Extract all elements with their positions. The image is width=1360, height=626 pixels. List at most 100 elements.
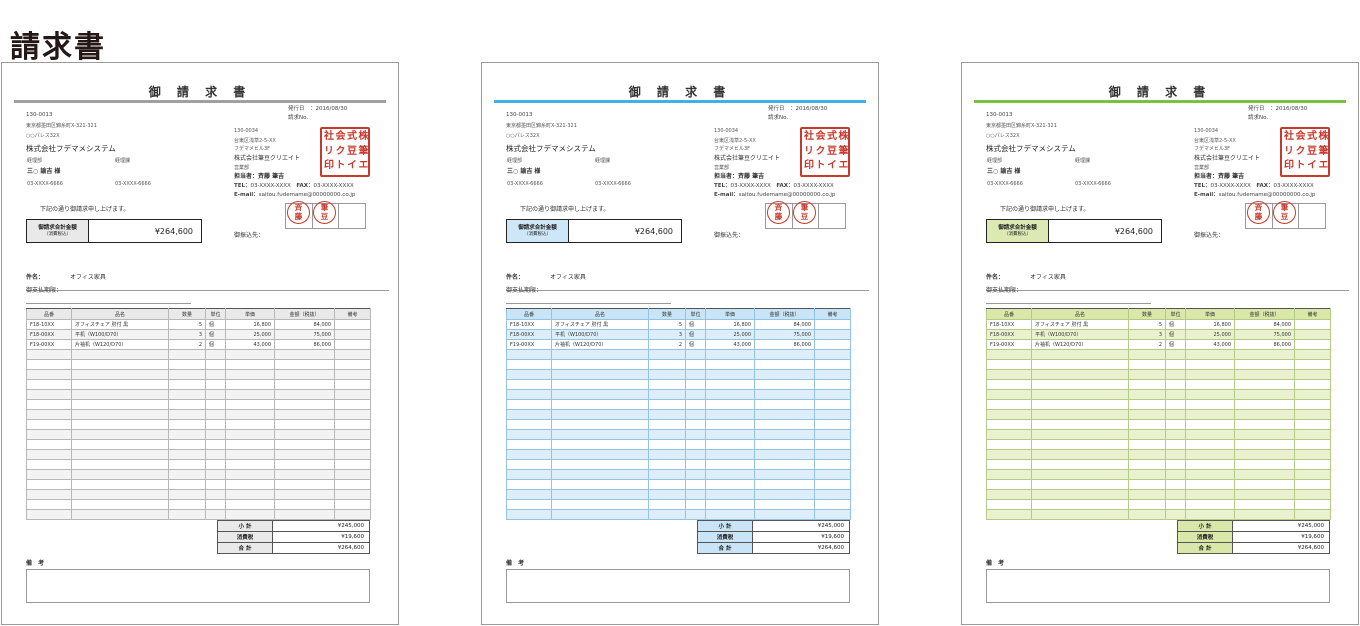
item-cell-unit: 個	[686, 330, 706, 340]
item-cell-note	[335, 420, 371, 430]
item-cell-price	[226, 370, 275, 380]
col-header-amount: 金額（税抜）	[1235, 309, 1295, 320]
empty-item-row	[507, 470, 851, 480]
item-cell-note	[335, 450, 371, 460]
item-cell-unit	[1166, 480, 1186, 490]
item-cell-note	[1295, 440, 1331, 450]
item-cell-amount	[1235, 480, 1295, 490]
item-cell-qty	[649, 400, 686, 410]
item-cell-name	[552, 410, 649, 420]
item-cell-amount	[755, 450, 815, 460]
item-cell-code	[987, 460, 1032, 470]
item-cell-qty	[1129, 420, 1166, 430]
item-cell-note	[1295, 370, 1331, 380]
approval-seal-saitou: 斉 藤	[767, 201, 790, 224]
totals-row: 消費税¥19,600	[218, 532, 370, 543]
bank-transfer-label: 御振込先：	[234, 233, 264, 239]
item-cell-code: F18-10XX	[507, 320, 552, 330]
item-cell-note	[815, 320, 851, 330]
client-tel2: 03-XXXX-6666	[115, 182, 151, 187]
due-underline	[986, 295, 1151, 304]
item-cell-name	[1032, 470, 1129, 480]
invoice-doc-gray[interactable]: 御 請 求 書 130-0013 東京都墨田区錦糸町X-321-321 ○○パレ…	[1, 62, 399, 625]
empty-item-row	[27, 490, 371, 500]
issuer-postal: 130-0034	[234, 129, 258, 134]
item-cell-code: F18-00XX	[987, 330, 1032, 340]
item-cell-amount	[755, 490, 815, 500]
item-cell-note	[815, 410, 851, 420]
item-row: F19-00XX片袖机（W120/D70）2個43,00086,000	[507, 340, 851, 350]
item-cell-amount	[275, 410, 335, 420]
greeting-text: 下記の通り御請求申し上げます。	[40, 207, 129, 213]
item-cell-code	[27, 350, 72, 360]
empty-item-row	[507, 450, 851, 460]
item-cell-name	[1032, 430, 1129, 440]
issue-date-value: ：2016/08/30	[310, 106, 347, 112]
approval-seal-fudemame: 筆 豆	[313, 201, 336, 224]
item-cell-qty	[649, 380, 686, 390]
col-header-note: 備考	[335, 309, 371, 320]
item-cell-price: 25,000	[1186, 330, 1235, 340]
item-cell-price	[1186, 400, 1235, 410]
item-cell-name	[1032, 420, 1129, 430]
totals-body: 小 計¥245,000消費税¥19,600合 計¥264,600	[218, 521, 370, 554]
company-seal-col-3: エイト印	[803, 159, 847, 174]
empty-item-row	[507, 350, 851, 360]
empty-item-row	[987, 480, 1331, 490]
item-cell-amount	[755, 390, 815, 400]
item-cell-amount	[1235, 510, 1295, 520]
issuer-fax: 03-XXXX-XXXX	[1273, 183, 1313, 189]
remarks-box[interactable]	[26, 569, 370, 603]
item-cell-code	[507, 350, 552, 360]
items-body: F18-10XXオフィスチェア 肘付 黒5個16,80084,000F18-00…	[507, 320, 851, 520]
item-cell-code	[27, 460, 72, 470]
due-label: 御支払期限：	[986, 288, 1022, 294]
issuer-tel: 03-XXXX-XXXX	[731, 183, 771, 189]
item-cell-amount	[755, 420, 815, 430]
item-cell-qty	[1129, 430, 1166, 440]
client-tel1: 03-XXXX-6666	[507, 182, 543, 187]
item-cell-unit	[206, 380, 226, 390]
empty-item-row	[987, 510, 1331, 520]
col-header-code: 品番	[987, 309, 1032, 320]
item-cell-price: 43,000	[226, 340, 275, 350]
item-cell-amount: 75,000	[275, 330, 335, 340]
item-cell-note	[335, 500, 371, 510]
subject-underline	[986, 282, 1349, 291]
item-cell-amount	[755, 360, 815, 370]
item-cell-unit: 個	[1166, 340, 1186, 350]
invoice-doc-title: 御 請 求 書	[2, 83, 398, 100]
col-header-amount: 金額（税抜）	[755, 309, 815, 320]
totals-table: 小 計¥245,000消費税¥19,600合 計¥264,600	[1177, 520, 1330, 554]
remarks-section: 備 考	[26, 558, 370, 603]
empty-item-row	[987, 390, 1331, 400]
approval-cell	[339, 204, 365, 228]
item-cell-name	[552, 490, 649, 500]
invoice-doc-green[interactable]: 御 請 求 書 130-0013 東京都墨田区錦糸町X-321-321 ○○パレ…	[961, 62, 1359, 625]
item-cell-note	[335, 470, 371, 480]
issuer-fax: 03-XXXX-XXXX	[793, 183, 833, 189]
issuer-fax-label: FAX：	[776, 183, 793, 189]
client-company: 株式会社フデマメシステム	[986, 145, 1076, 153]
bank-transfer-label: 御振込先：	[714, 233, 744, 239]
item-cell-unit: 個	[686, 340, 706, 350]
item-cell-note	[335, 380, 371, 390]
issuer-email-label: E-mail：	[714, 192, 739, 198]
invoice-doc-blue[interactable]: 御 請 求 書 130-0013 東京都墨田区錦糸町X-321-321 ○○パレ…	[481, 62, 879, 625]
item-cell-note	[815, 360, 851, 370]
client-postal: 130-0013	[506, 113, 532, 119]
item-cell-name: 平机（W100/D70）	[1032, 330, 1129, 340]
totals-row-value: ¥264,600	[273, 543, 370, 554]
item-cell-amount	[1235, 400, 1295, 410]
remarks-box[interactable]	[986, 569, 1330, 603]
greeting-text: 下記の通り御請求申し上げます。	[1000, 207, 1089, 213]
remarks-box[interactable]	[506, 569, 850, 603]
item-cell-name	[72, 440, 169, 450]
item-cell-unit	[206, 490, 226, 500]
item-cell-qty	[1129, 460, 1166, 470]
item-cell-note	[335, 460, 371, 470]
totals-row: 小 計¥245,000	[218, 521, 370, 532]
col-header-name: 品名	[552, 309, 649, 320]
totals-row: 小 計¥245,000	[698, 521, 850, 532]
issuer-person: 斉藤 筆吉	[258, 173, 284, 180]
